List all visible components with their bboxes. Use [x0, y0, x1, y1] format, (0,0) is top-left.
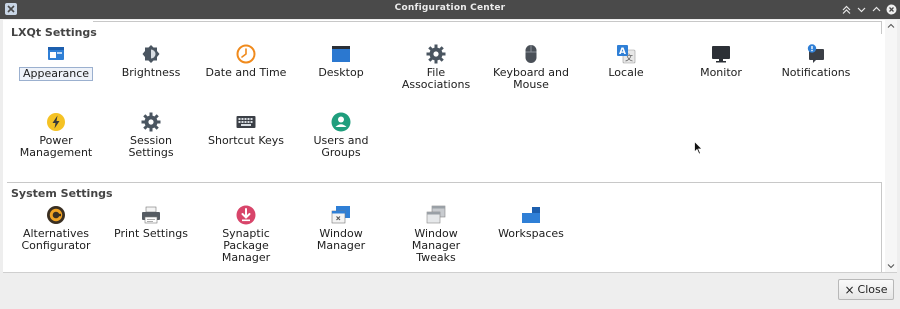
desktop-icon	[332, 46, 350, 62]
title-bar[interactable]: Configuration Center	[0, 0, 900, 19]
section-title-system: System Settings	[11, 187, 113, 200]
alternatives-icon	[47, 206, 65, 224]
minimize-button[interactable]	[854, 1, 868, 17]
user-icon	[331, 112, 351, 132]
section-divider	[881, 182, 882, 272]
chevron-down-icon	[857, 7, 865, 12]
gear-icon	[141, 112, 161, 132]
svg-text:A: A	[619, 47, 626, 57]
item-alternatives-configurator[interactable]: Alternatives Configurator	[11, 204, 101, 252]
settings-panel: LXQt Settings Appearance Brightness Date…	[3, 20, 897, 273]
vertical-scrollbar[interactable]	[885, 20, 897, 272]
double-chevron-up-icon	[842, 5, 850, 14]
item-users-and-groups[interactable]: Users and Groups	[296, 111, 386, 159]
item-desktop[interactable]: Desktop	[296, 43, 386, 79]
item-workspaces[interactable]: Workspaces	[486, 204, 576, 240]
section-title-lxqt: LXQt Settings	[11, 26, 97, 39]
gear-icon	[426, 44, 446, 64]
section-divider	[7, 182, 881, 183]
close-icon: ×	[844, 282, 855, 297]
item-locale[interactable]: 文 A Locale	[581, 43, 671, 79]
item-notifications[interactable]: Notifications	[771, 43, 861, 79]
mouse-pointer-icon	[694, 141, 703, 155]
item-synaptic-package-manager[interactable]: Synaptic Package Manager	[201, 204, 291, 264]
maximize-button[interactable]	[869, 1, 883, 17]
notification-icon	[807, 44, 824, 63]
clock-icon	[236, 44, 256, 64]
item-session-settings[interactable]: Session Settings	[106, 111, 196, 159]
item-shortcut-keys[interactable]: Shortcut Keys	[201, 111, 291, 147]
item-date-and-time[interactable]: Date and Time	[201, 43, 291, 79]
scroll-up-icon[interactable]	[887, 22, 895, 30]
item-keyboard-and-mouse[interactable]: Keyboard and Mouse	[486, 43, 576, 91]
keep-above-button[interactable]	[839, 1, 853, 17]
brightness-icon	[142, 45, 160, 63]
close-button[interactable]: × Close	[838, 279, 894, 300]
item-appearance[interactable]: Appearance	[11, 43, 101, 81]
appearance-icon	[48, 47, 64, 60]
printer-icon	[142, 206, 160, 224]
power-icon	[47, 113, 65, 131]
window-tweaks-icon	[426, 205, 446, 224]
window-title: Configuration Center	[394, 3, 506, 13]
monitor-icon	[712, 46, 730, 63]
item-brightness[interactable]: Brightness	[106, 43, 196, 79]
mouse-icon	[525, 45, 537, 63]
scroll-down-icon[interactable]	[887, 262, 895, 270]
close-icon	[886, 4, 896, 14]
item-print-settings[interactable]: Print Settings	[106, 204, 196, 240]
item-power-management[interactable]: Power Management	[11, 111, 101, 159]
package-icon	[236, 205, 256, 225]
keyboard-icon	[236, 116, 256, 128]
locale-icon: 文 A	[617, 45, 636, 64]
item-window-manager-tweaks[interactable]: Window Manager Tweaks	[391, 204, 481, 264]
item-window-manager[interactable]: Window Manager	[296, 204, 386, 252]
workspaces-icon	[522, 207, 540, 223]
window-manager-icon	[331, 206, 350, 224]
close-window-button[interactable]	[884, 1, 898, 17]
section-divider	[93, 21, 881, 22]
chevron-up-icon	[872, 6, 880, 11]
section-divider	[881, 21, 882, 34]
item-file-associations[interactable]: File Associations	[391, 43, 481, 91]
item-monitor[interactable]: Monitor	[676, 43, 766, 79]
